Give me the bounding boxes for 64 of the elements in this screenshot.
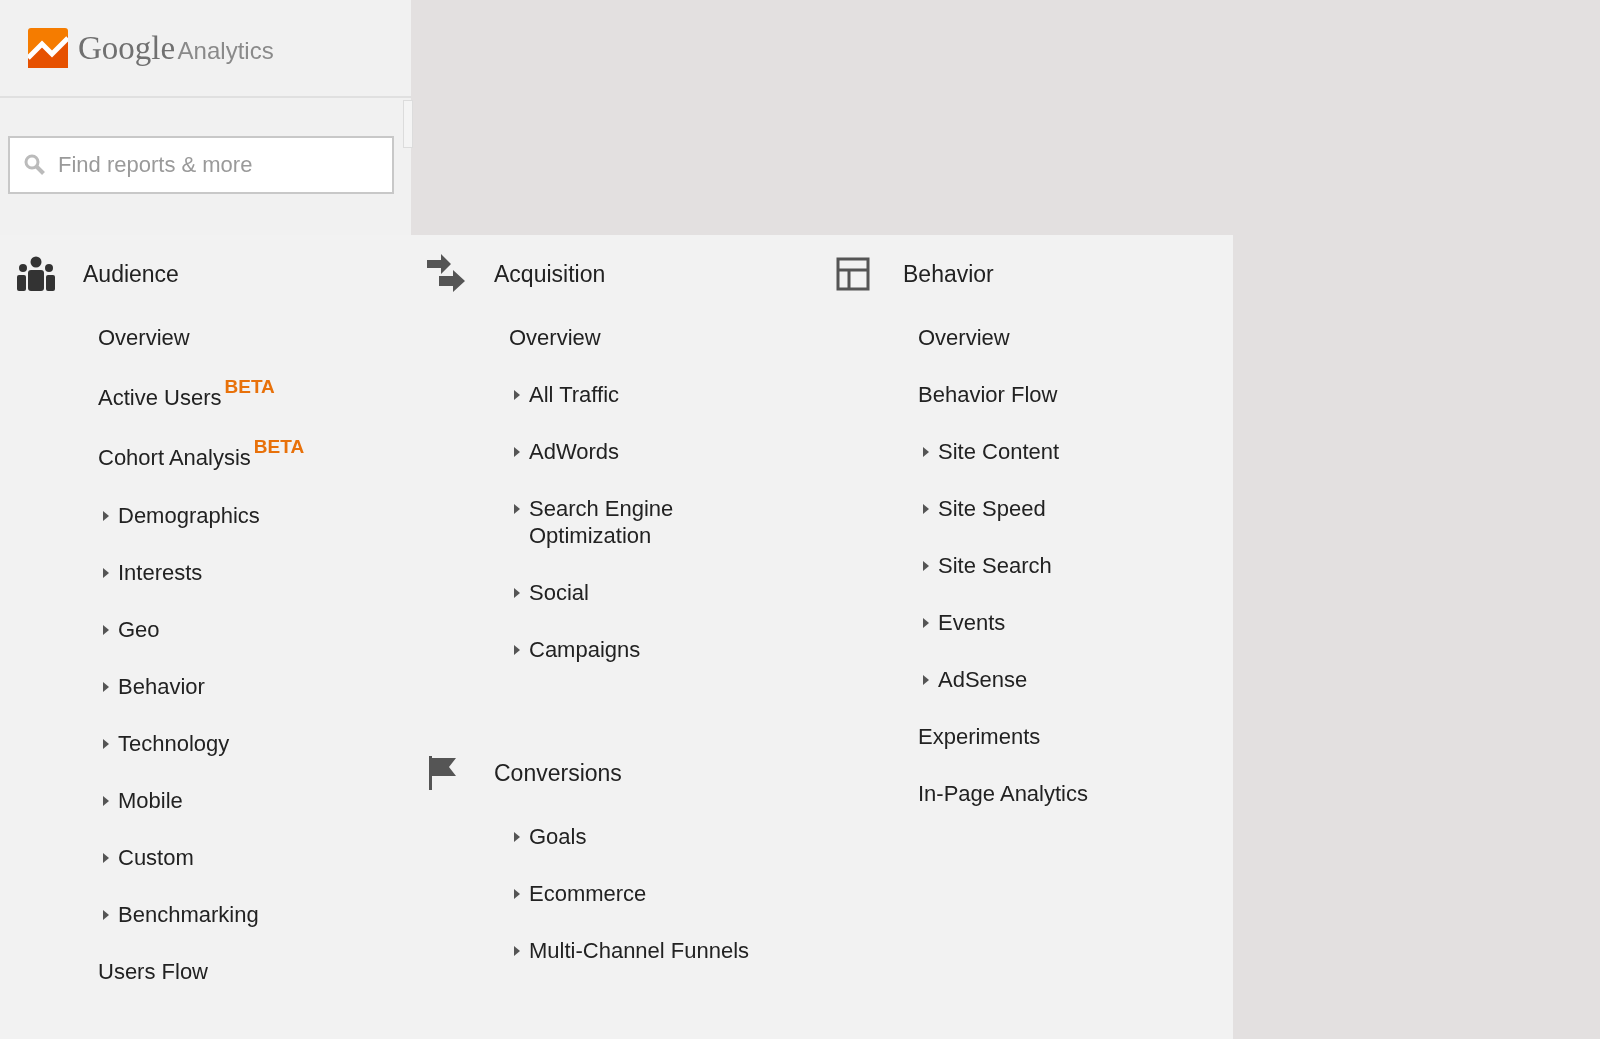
logo-text: GoogleAnalytics — [78, 29, 274, 67]
caret-icon — [102, 737, 110, 750]
caret-icon — [513, 446, 521, 458]
section-title[interactable]: Behavior — [903, 260, 994, 288]
caret-icon — [102, 851, 110, 864]
menu-item[interactable]: Site Search — [922, 537, 1162, 594]
menu-item[interactable]: Benchmarking — [102, 885, 342, 943]
menu-item[interactable]: Interests — [102, 543, 342, 601]
people-icon — [16, 256, 56, 292]
caret-icon — [102, 680, 110, 693]
menu-item[interactable]: Search Engine Optimization — [513, 480, 753, 564]
menu-item[interactable]: AdSense — [922, 651, 1162, 708]
menu-item[interactable]: Behavior Flow — [918, 366, 1158, 423]
menu-item[interactable]: Social — [513, 564, 753, 621]
logo-icon — [28, 28, 68, 68]
sidebar-toggle[interactable] — [403, 100, 413, 148]
flag-icon — [427, 756, 457, 790]
caret-icon — [102, 623, 110, 636]
caret-icon — [513, 831, 521, 843]
caret-icon — [513, 389, 521, 401]
caret-icon — [513, 587, 521, 599]
menu-item[interactable]: Technology — [102, 714, 342, 772]
section-title[interactable]: Audience — [83, 260, 179, 288]
section-title[interactable]: Acquisition — [494, 260, 606, 288]
menu-item[interactable]: Behavior — [102, 657, 342, 715]
menu-item[interactable]: Mobile — [102, 771, 342, 829]
caret-icon — [102, 794, 110, 807]
menu-item[interactable]: All Traffic — [513, 366, 753, 423]
caret-icon — [102, 908, 110, 921]
menu-item[interactable]: Multi-Channel Funnels — [513, 922, 753, 979]
menu-item[interactable]: Goals — [513, 808, 753, 865]
menu-item[interactable]: Events — [922, 594, 1162, 651]
menu-item[interactable]: Geo — [102, 600, 342, 658]
search-field[interactable]: Find reports & more — [8, 136, 394, 194]
caret-icon — [922, 446, 930, 458]
caret-icon — [922, 560, 930, 572]
arrows-icon — [427, 254, 467, 294]
section-title[interactable]: Conversions — [494, 759, 622, 787]
menu-item[interactable]: Site Content — [922, 423, 1162, 480]
menu-item[interactable]: Campaigns — [513, 621, 753, 678]
menu-item[interactable]: In-Page Analytics — [918, 765, 1158, 822]
caret-icon — [513, 644, 521, 656]
menu-item[interactable]: Cohort Analysis$^{BETA}$ — [98, 426, 338, 487]
menu-item[interactable]: Active Users$^{BETA}$ — [98, 366, 338, 427]
menu-item[interactable]: Experiments — [918, 708, 1158, 765]
menu-item[interactable]: Users Flow — [98, 942, 338, 1000]
caret-icon — [102, 509, 110, 522]
menu-item[interactable]: Overview — [918, 309, 1158, 366]
caret-icon — [102, 566, 110, 579]
menu-item[interactable]: Overview — [509, 309, 749, 366]
menu-item[interactable]: Custom — [102, 828, 342, 886]
caret-icon — [922, 617, 930, 629]
caret-icon — [513, 503, 521, 515]
caret-icon — [513, 888, 521, 900]
caret-icon — [922, 674, 930, 686]
menu-item[interactable]: Demographics — [102, 486, 342, 544]
caret-icon — [922, 503, 930, 515]
menu-item[interactable]: AdWords — [513, 423, 753, 480]
layout-icon — [836, 257, 870, 291]
search-icon — [24, 154, 46, 176]
menu-item[interactable]: Ecommerce — [513, 865, 753, 922]
caret-icon — [513, 945, 521, 957]
menu-item[interactable]: Overview — [98, 309, 338, 366]
menu-item[interactable]: Site Speed — [922, 480, 1162, 537]
